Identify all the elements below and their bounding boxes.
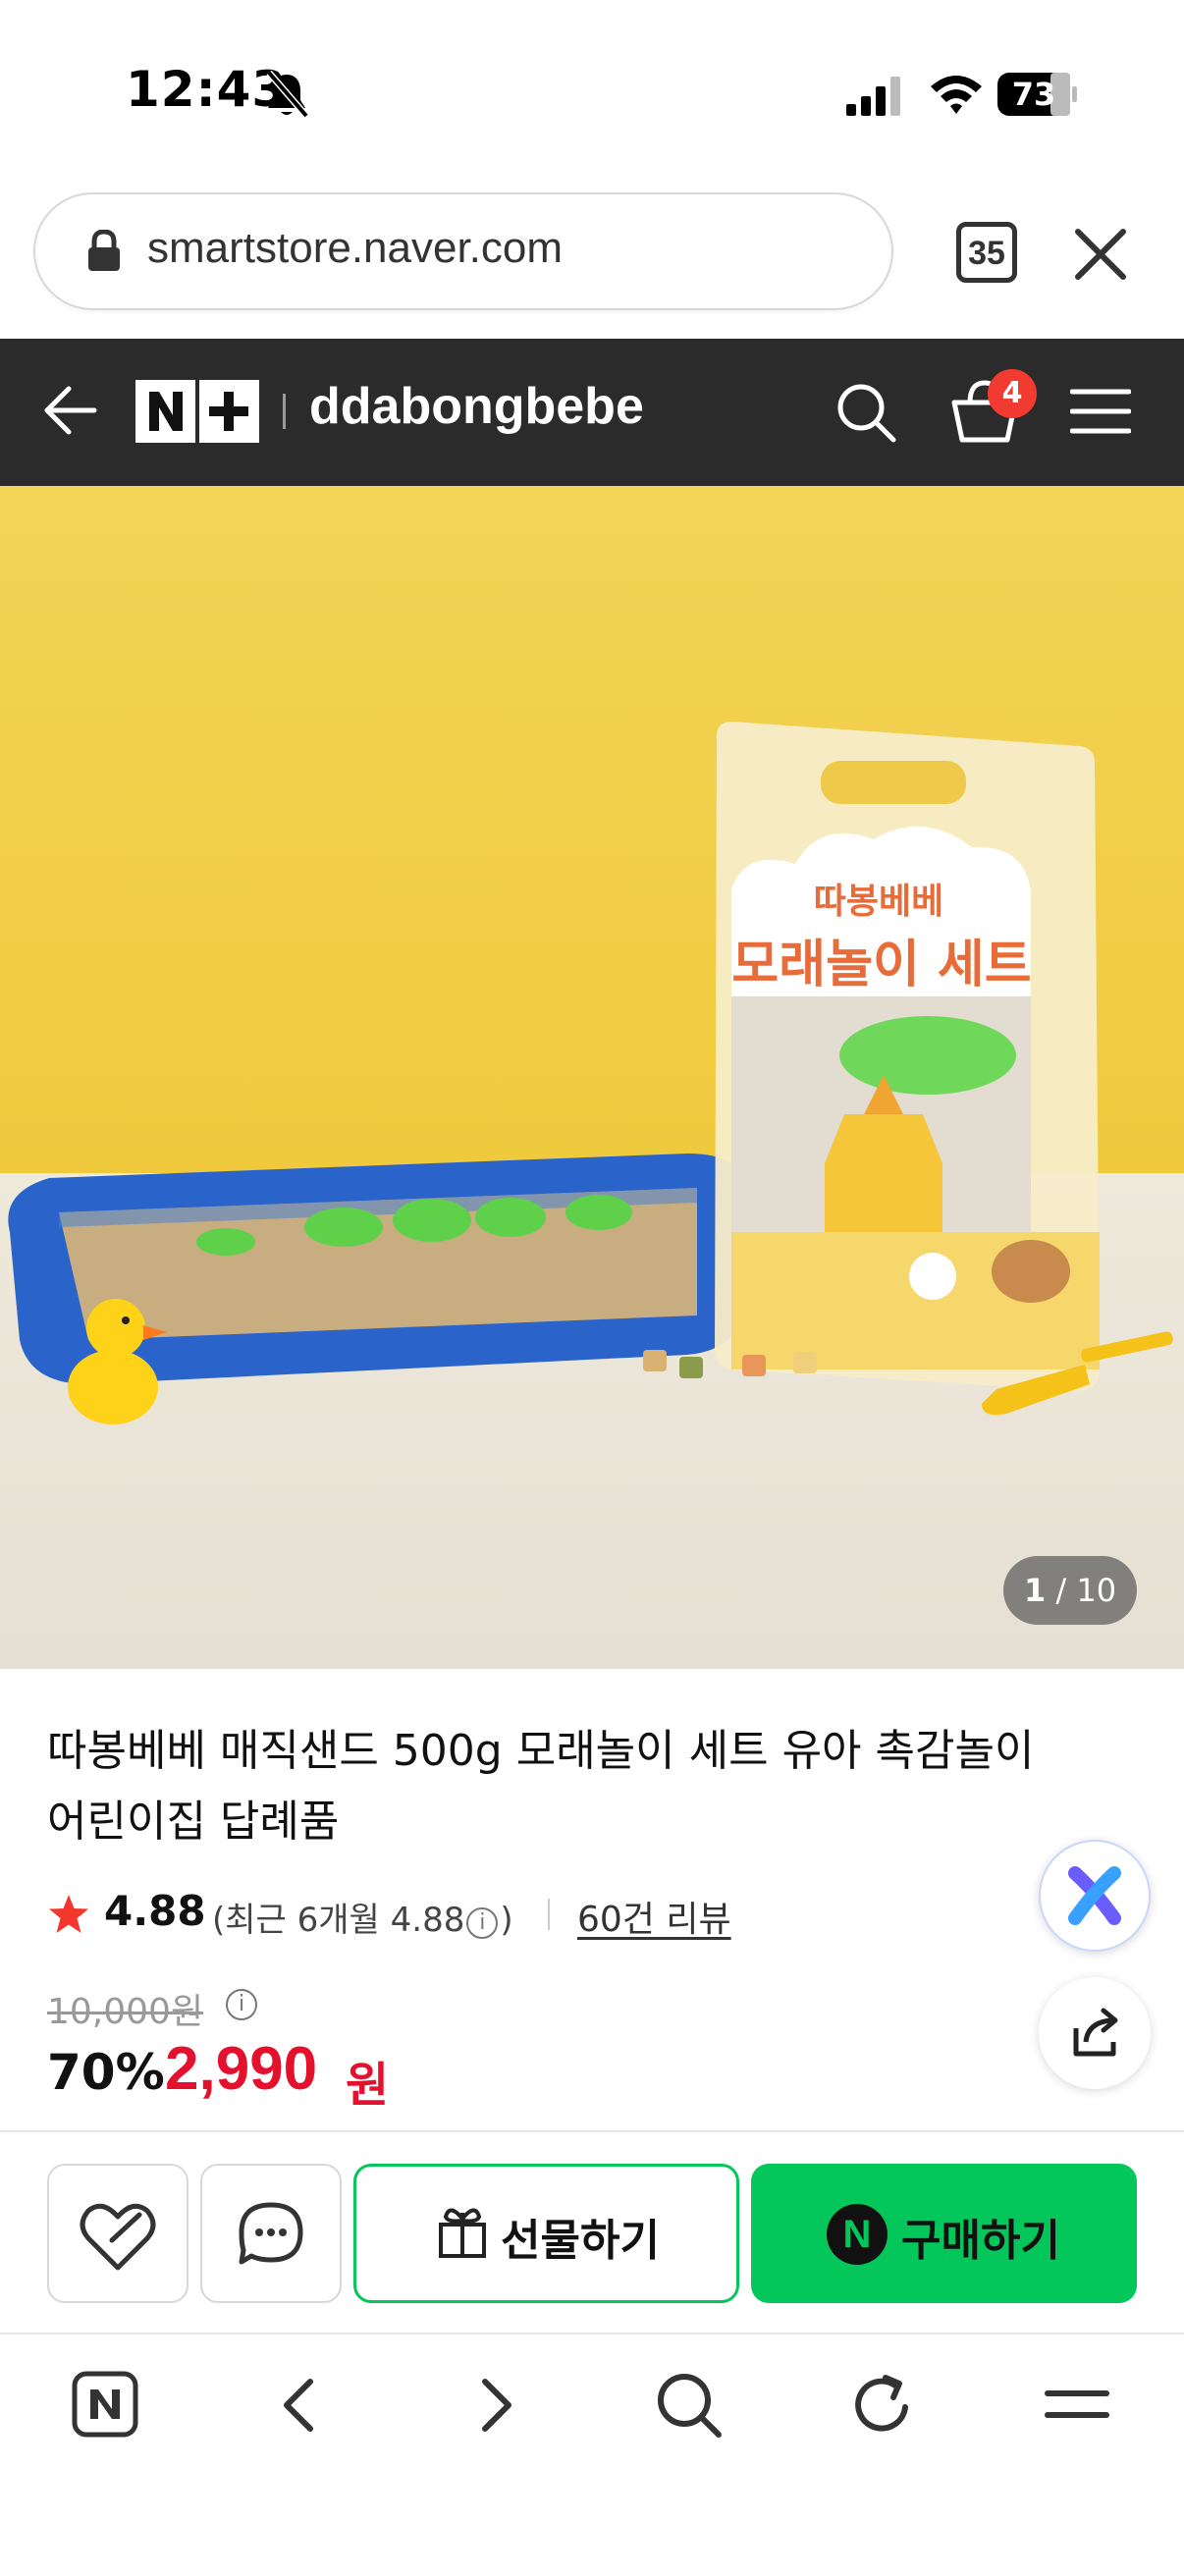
heart-icon xyxy=(80,2203,156,2271)
gift-label[interactable]: 선물하기 xyxy=(501,2205,660,2268)
battery-level: 73 xyxy=(1011,76,1056,113)
share-button[interactable] xyxy=(1039,1977,1151,2089)
share-icon xyxy=(1073,2008,1118,2057)
info-icon[interactable]: i xyxy=(466,1907,499,1939)
sale-price-unit: 원 xyxy=(346,2058,390,2113)
sale-price: 2,990 xyxy=(165,2035,318,2103)
chat-bubble-icon xyxy=(239,2202,303,2265)
rating-recent-close: ) xyxy=(500,1901,513,1940)
rating-recent: (최근 6개월 4.88 i) xyxy=(212,1893,513,1941)
star-icon xyxy=(49,1895,88,1933)
image-counter: 1 / 10 xyxy=(1003,1556,1137,1625)
cart-count-badge: 4 xyxy=(988,369,1037,418)
naver-plus-logo[interactable] xyxy=(135,380,259,443)
back-arrow-icon[interactable] xyxy=(41,381,100,440)
wishlist-button[interactable] xyxy=(47,2164,188,2303)
package-brand-text: 따봉베베 xyxy=(814,882,943,922)
rating-value: 4.88 xyxy=(104,1887,206,1935)
image-counter-current: 1 xyxy=(1023,1572,1047,1609)
url-text[interactable]: smartstore.naver.com xyxy=(147,224,563,273)
search-icon[interactable] xyxy=(834,381,897,444)
close-icon[interactable] xyxy=(1074,228,1127,281)
product-image[interactable]: 따봉베베 모래놀이 세트 xyxy=(0,486,1184,1669)
naver-home-icon[interactable] xyxy=(71,2370,139,2439)
browser-toolbar xyxy=(0,2333,1184,2576)
wifi-icon xyxy=(931,76,982,114)
tab-count-button[interactable]: 35 xyxy=(956,222,1017,283)
logo-divider xyxy=(283,394,286,429)
hamburger-menu-icon[interactable] xyxy=(1070,387,1131,436)
original-price: 10,000원 xyxy=(47,1992,204,2032)
talk-talk-button[interactable] xyxy=(200,2164,342,2303)
package-title-text: 모래놀이 세트 xyxy=(731,936,1031,994)
browser-menu-icon[interactable] xyxy=(1045,2378,1109,2429)
bell-off-icon xyxy=(266,70,309,119)
ai-sparkle-icon xyxy=(1068,1866,1121,1925)
naver-pay-icon: N xyxy=(827,2204,888,2265)
discount-rate: 70% xyxy=(47,2044,165,2101)
ai-assistant-button[interactable] xyxy=(1039,1840,1151,1952)
browser-search-icon[interactable] xyxy=(654,2370,723,2439)
divider xyxy=(548,1899,550,1930)
product-title: 따봉베베 매직샌드 500g 모래놀이 세트 유아 촉감놀이 어린이집 답례품 xyxy=(47,1726,1035,1847)
lock-icon xyxy=(88,230,120,271)
price-info-icon[interactable]: i xyxy=(226,1989,257,2020)
gift-icon xyxy=(439,2208,486,2258)
store-name[interactable]: ddabongbebe xyxy=(309,377,644,436)
reload-icon[interactable] xyxy=(850,2370,915,2439)
browser-back-icon[interactable] xyxy=(271,2374,330,2437)
cellular-signal-icon xyxy=(846,77,900,116)
rating-recent-text: (최근 6개월 4.88 xyxy=(212,1901,465,1940)
browser-forward-icon[interactable] xyxy=(465,2374,524,2437)
buy-label[interactable]: 구매하기 xyxy=(901,2205,1060,2268)
review-count-link[interactable]: 60건 리뷰 xyxy=(577,1891,731,1942)
image-counter-total: / 10 xyxy=(1055,1572,1117,1609)
